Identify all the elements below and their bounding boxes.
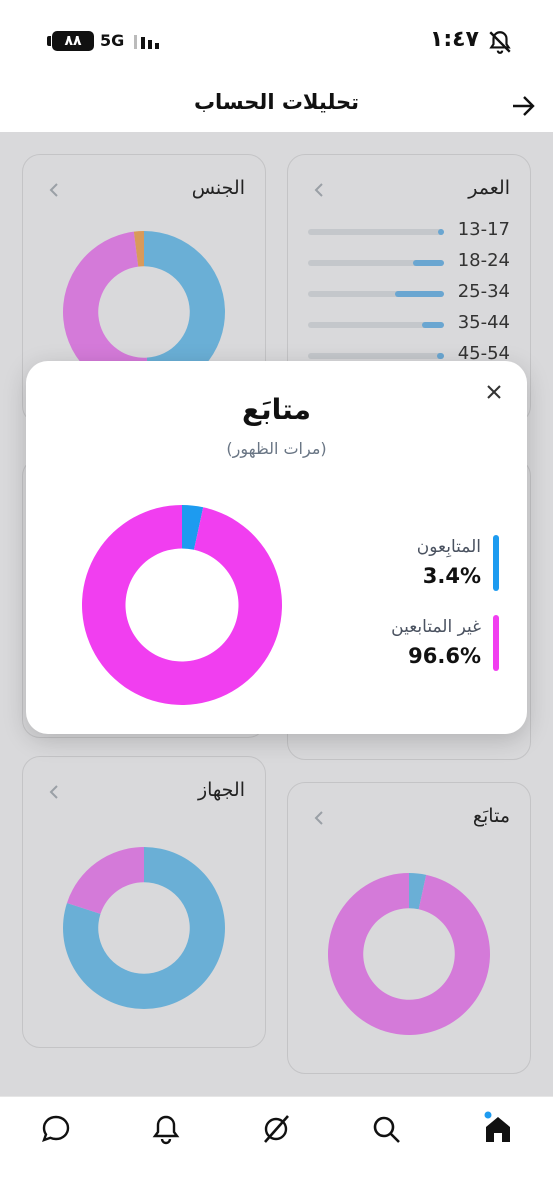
notifications-icon[interactable] bbox=[148, 1111, 184, 1147]
chevron-left-icon bbox=[314, 183, 323, 197]
age-row-fill bbox=[438, 229, 444, 235]
modal-donut-chart bbox=[81, 505, 282, 705]
chevron-left-icon bbox=[314, 811, 323, 825]
messages-icon[interactable] bbox=[38, 1111, 74, 1147]
age-row: 18-24 bbox=[308, 250, 510, 274]
age-row-fill bbox=[437, 353, 444, 359]
age-row-fill bbox=[395, 291, 444, 297]
grok-icon[interactable] bbox=[258, 1111, 294, 1147]
legend-color-bar bbox=[493, 615, 499, 671]
donut-slice bbox=[81, 505, 282, 705]
home-icon[interactable] bbox=[480, 1111, 516, 1147]
back-arrow-icon[interactable] bbox=[509, 92, 537, 120]
follower-card[interactable]: متابَع bbox=[287, 782, 531, 1074]
app-header: تحليلات الحساب bbox=[0, 80, 553, 132]
age-row-label: 18-24 bbox=[457, 250, 510, 271]
modal-subtitle: (مرات الظهور) bbox=[226, 439, 327, 458]
follower-detail-modal: متابَع (مرات الظهور) المتابِعون 3.4% غير… bbox=[26, 361, 527, 734]
legend-item-followers: المتابِعون 3.4% bbox=[369, 535, 499, 591]
device-card-title: الجهاز bbox=[197, 779, 245, 801]
modal-title: متابَع bbox=[242, 393, 311, 426]
age-row-track bbox=[308, 353, 444, 359]
age-row-label: 13-17 bbox=[457, 219, 510, 240]
legend-value: 96.6% bbox=[408, 644, 481, 668]
age-card-title: العمر bbox=[468, 177, 510, 199]
search-icon[interactable] bbox=[368, 1111, 404, 1147]
age-row: 25-34 bbox=[308, 281, 510, 305]
legend-label: غير المتابعين bbox=[391, 617, 481, 637]
donut-slice bbox=[66, 847, 144, 914]
age-row-fill bbox=[422, 322, 444, 328]
device-card[interactable]: الجهاز bbox=[22, 756, 266, 1048]
network-type: 5G bbox=[100, 31, 125, 50]
legend-label: المتابِعون bbox=[416, 537, 481, 557]
battery-indicator: ٨٨ bbox=[47, 31, 94, 51]
clock: ١:٤٧ bbox=[429, 27, 479, 52]
age-row-track bbox=[308, 229, 444, 235]
bottom-tab-bar bbox=[0, 1096, 553, 1200]
legend-color-bar bbox=[493, 535, 499, 591]
age-row: 13-17 bbox=[308, 219, 510, 243]
follower-donut-chart bbox=[328, 873, 490, 1035]
gender-card-title: الجنس bbox=[191, 177, 245, 199]
age-row-label: 35-44 bbox=[457, 312, 510, 333]
muted-bell-icon bbox=[489, 31, 511, 54]
device-donut-chart bbox=[62, 847, 225, 1009]
legend-value: 3.4% bbox=[422, 564, 481, 588]
legend-item-non-followers: غير المتابعين 96.6% bbox=[369, 615, 499, 671]
follower-card-title: متابَع bbox=[472, 805, 510, 827]
page-title: تحليلات الحساب bbox=[193, 90, 360, 114]
chevron-left-icon bbox=[49, 183, 58, 197]
status-bar: ٨٨ 5G ١:٤٧ bbox=[0, 0, 553, 80]
age-row-label: 25-34 bbox=[457, 281, 510, 302]
chevron-left-icon bbox=[49, 785, 58, 799]
signal-icon bbox=[134, 35, 159, 49]
age-row-fill bbox=[413, 260, 444, 266]
age-row: 35-44 bbox=[308, 312, 510, 336]
donut-slice bbox=[328, 873, 490, 1035]
